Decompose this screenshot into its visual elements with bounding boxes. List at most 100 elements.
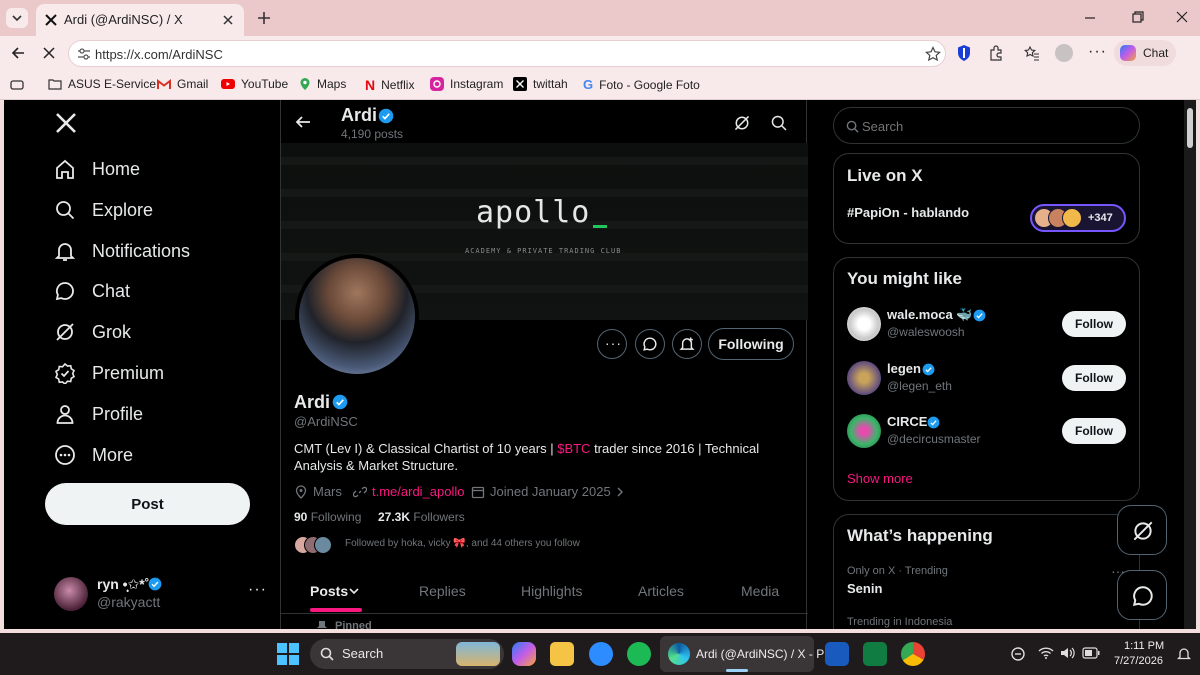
site-info-icon[interactable] (77, 47, 91, 61)
avatar (1062, 208, 1082, 228)
live-topic[interactable]: #PapiOn - hablando (847, 205, 969, 220)
suggest-name-3[interactable]: CIRCE (887, 414, 927, 429)
search-box[interactable] (833, 107, 1140, 144)
chat-float-button[interactable] (1117, 570, 1167, 620)
clock-date[interactable]: 7/27/2026 (1114, 655, 1163, 667)
tab-posts[interactable]: Posts (310, 583, 348, 599)
volume-icon[interactable] (1060, 646, 1076, 660)
grok-icon[interactable] (733, 114, 751, 132)
file-explorer-icon[interactable] (550, 642, 574, 666)
show-more-link[interactable]: Show more (847, 471, 913, 486)
nav-home[interactable]: Home (54, 155, 140, 183)
notify-button[interactable] (672, 329, 702, 359)
follow-button[interactable]: Follow (1062, 365, 1126, 391)
tray-status-icon[interactable] (1010, 646, 1026, 662)
profile-link[interactable]: t.me/ardi_apollo (353, 484, 465, 499)
clock-time[interactable]: 1:11 PM (1124, 640, 1164, 652)
excel-icon[interactable] (863, 642, 887, 666)
x-home-logo-icon[interactable] (55, 112, 77, 134)
avatar (314, 536, 332, 554)
scrollbar-thumb[interactable] (1187, 108, 1193, 148)
avatar[interactable] (847, 361, 881, 395)
nav-grok[interactable]: Grok (54, 318, 131, 346)
tab-replies[interactable]: Replies (419, 583, 466, 599)
restore-icon[interactable] (1132, 11, 1144, 23)
search-icon (320, 647, 334, 661)
bookmark-youtube[interactable]: YouTube (221, 77, 288, 91)
bookmark-gmail[interactable]: Gmail (157, 77, 208, 91)
cashtag-link[interactable]: $BTC (557, 441, 590, 456)
shield-icon[interactable] (956, 44, 972, 62)
chevron-down-icon[interactable] (349, 587, 359, 595)
spotify-icon[interactable] (627, 642, 651, 666)
live-on-x-card: Live on X #PapiOn - hablando +347 (833, 153, 1140, 244)
bookmark-netflix[interactable]: N Netflix (365, 77, 414, 93)
live-listeners-pill[interactable]: +347 (1030, 204, 1126, 232)
chrome-icon[interactable] (901, 642, 925, 666)
copilot-icon[interactable] (512, 642, 536, 666)
wifi-icon[interactable] (1038, 646, 1054, 660)
address-bar[interactable]: https://x.com/ArdiNSC (68, 40, 946, 67)
stop-loading-icon[interactable] (42, 46, 56, 60)
nav-more[interactable]: More (54, 441, 133, 469)
battery-icon[interactable] (1082, 647, 1100, 659)
bookmark-twittah[interactable]: twittah (513, 77, 568, 91)
trend-name[interactable]: Senin (847, 581, 882, 596)
grok-float-button[interactable] (1117, 505, 1167, 555)
nav-notifications[interactable]: Notifications (54, 237, 190, 265)
followers-count-link[interactable]: 27.3K Followers (378, 510, 465, 524)
profile-joined[interactable]: Joined January 2025 (471, 484, 624, 499)
star-icon[interactable] (925, 46, 941, 62)
avatar[interactable] (847, 414, 881, 448)
profile-more-button[interactable]: ··· (597, 329, 627, 359)
avatar[interactable] (847, 307, 881, 341)
taskbar-edge-window[interactable]: Ardi (@ArdiNSC) / X - P (660, 636, 824, 672)
account-switcher[interactable]: ryn •̩͙✩*˚ @rakyactt ··· (44, 568, 269, 616)
nav-profile[interactable]: Profile (54, 400, 143, 428)
minimize-icon[interactable] (1084, 12, 1096, 24)
profile-avatar[interactable] (295, 254, 419, 378)
tab-articles[interactable]: Articles (638, 583, 684, 599)
bookmark-maps[interactable]: Maps (299, 77, 346, 91)
copilot-chat-button[interactable]: Chat (1114, 40, 1176, 66)
favorites-icon[interactable] (1024, 45, 1040, 61)
nav-chat[interactable]: Chat (54, 277, 130, 305)
suggest-name-2[interactable]: legen (887, 361, 921, 376)
nav-explore[interactable]: Explore (54, 196, 153, 224)
word-icon[interactable] (825, 642, 849, 666)
settings-more-icon[interactable]: ··· (1088, 43, 1107, 61)
windows-start-icon[interactable] (277, 643, 299, 665)
back-arrow-icon[interactable] (295, 114, 311, 130)
notification-bell-icon[interactable] (1176, 646, 1192, 662)
message-button[interactable] (635, 329, 665, 359)
tab-media[interactable]: Media (741, 583, 779, 599)
taskbar-search[interactable]: Search (310, 639, 504, 669)
post-button[interactable]: Post (45, 483, 250, 525)
follow-button[interactable]: Follow (1062, 418, 1126, 444)
bell-plus-icon (679, 337, 695, 350)
following-count-link[interactable]: 90 Following (294, 510, 361, 524)
new-tab-icon[interactable] (256, 10, 272, 26)
nav-premium[interactable]: Premium (54, 359, 164, 387)
bookmarks-sidebar-icon[interactable] (10, 78, 24, 92)
bookmark-google-foto[interactable]: G Foto - Google Foto (583, 77, 700, 92)
following-button[interactable]: Following (708, 328, 794, 360)
extensions-icon[interactable] (988, 45, 1004, 61)
suggest-name-1[interactable]: wale.moca 🐳 (887, 307, 973, 323)
close-tab-icon[interactable] (222, 14, 234, 26)
follow-button[interactable]: Follow (1062, 311, 1126, 337)
followed-by-text[interactable]: Followed by hoka, vicky 🎀, and 44 others… (345, 538, 580, 549)
search-input[interactable] (862, 116, 1122, 136)
tab-list-button[interactable] (6, 8, 28, 28)
search-icon[interactable] (770, 114, 788, 132)
close-window-icon[interactable] (1176, 11, 1188, 23)
tab-highlights[interactable]: Highlights (521, 583, 582, 599)
bookmark-asus[interactable]: ASUS E-Service (48, 77, 156, 91)
profile-icon[interactable] (1055, 44, 1073, 62)
bookmark-instagram[interactable]: Instagram (430, 77, 503, 91)
zoom-icon[interactable] (589, 642, 613, 666)
account-more-icon[interactable]: ··· (248, 581, 267, 599)
back-icon[interactable] (10, 45, 26, 61)
scrollbar[interactable] (1184, 100, 1196, 629)
active-tab[interactable]: Ardi (@ArdiNSC) / X (36, 4, 244, 36)
